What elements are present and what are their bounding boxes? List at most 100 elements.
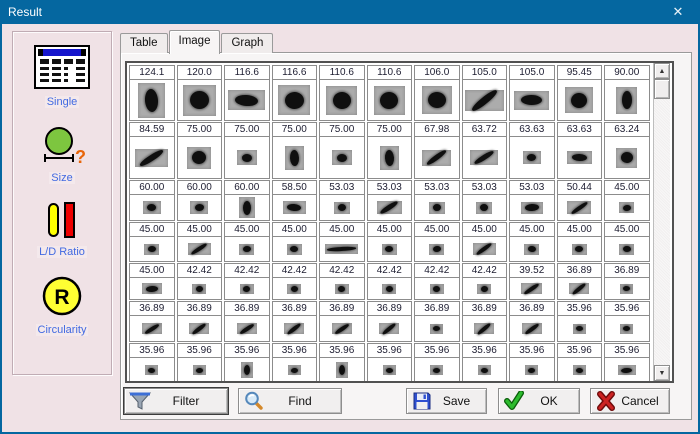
image-cell[interactable]: 42.42 — [414, 263, 460, 300]
tab-table[interactable]: Table — [120, 33, 168, 53]
scrollbar-thumb[interactable] — [654, 79, 670, 99]
image-cell[interactable]: 45.00 — [177, 222, 223, 262]
close-icon[interactable]: ✕ — [664, 2, 692, 22]
image-cell[interactable]: 36.89 — [462, 301, 508, 342]
image-cell[interactable]: 35.96 — [604, 301, 650, 342]
image-cell[interactable]: 35.96 — [557, 343, 603, 381]
image-cell[interactable]: 36.89 — [272, 301, 318, 342]
image-cell[interactable]: 42.42 — [462, 263, 508, 300]
image-cell[interactable]: 90.00 — [604, 65, 650, 121]
image-cell[interactable]: 105.0 — [509, 65, 555, 121]
image-cell[interactable]: 63.63 — [509, 122, 555, 179]
image-cell[interactable]: 35.96 — [462, 343, 508, 381]
image-cell[interactable]: 35.96 — [509, 343, 555, 381]
sidebar-item-circularity[interactable]: R Circularity — [36, 275, 89, 336]
image-cell[interactable]: 75.00 — [272, 122, 318, 179]
image-cell[interactable]: 75.00 — [224, 122, 270, 179]
image-cell[interactable]: 45.00 — [367, 222, 413, 262]
image-cell[interactable]: 45.00 — [462, 222, 508, 262]
sidebar-item-ld-ratio[interactable]: L/D Ratio — [37, 201, 87, 258]
ok-button[interactable]: OK — [498, 388, 580, 414]
image-cell[interactable]: 35.96 — [129, 343, 175, 381]
image-cell[interactable]: 84.59 — [129, 122, 175, 179]
cancel-button[interactable]: Cancel — [590, 388, 670, 414]
image-cell[interactable]: 36.89 — [177, 301, 223, 342]
image-cell[interactable]: 36.89 — [414, 301, 460, 342]
image-cell[interactable]: 50.44 — [557, 180, 603, 221]
image-cell[interactable]: 63.24 — [604, 122, 650, 179]
image-cell[interactable]: 110.6 — [367, 65, 413, 121]
vertical-scrollbar[interactable]: ▲ ▼ — [653, 63, 670, 381]
image-cell[interactable]: 42.42 — [367, 263, 413, 300]
image-cell[interactable]: 60.00 — [177, 180, 223, 221]
image-cell[interactable]: 45.00 — [319, 222, 365, 262]
image-cell[interactable]: 36.89 — [367, 301, 413, 342]
image-cell[interactable]: 42.42 — [272, 263, 318, 300]
image-cell[interactable]: 75.00 — [319, 122, 365, 179]
particle-image — [429, 244, 444, 255]
image-cell[interactable]: 35.96 — [557, 301, 603, 342]
image-cell[interactable]: 45.00 — [509, 222, 555, 262]
image-cell[interactable]: 106.0 — [414, 65, 460, 121]
image-cell[interactable]: 95.45 — [557, 65, 603, 121]
image-cell[interactable]: 63.72 — [462, 122, 508, 179]
image-cell[interactable]: 53.03 — [509, 180, 555, 221]
image-cell[interactable]: 53.03 — [319, 180, 365, 221]
particle-image — [380, 146, 399, 170]
image-cell[interactable]: 45.00 — [129, 222, 175, 262]
image-cell[interactable]: 120.0 — [177, 65, 223, 121]
image-cell[interactable]: 45.00 — [129, 263, 175, 300]
image-cell[interactable]: 45.00 — [604, 180, 650, 221]
image-cell[interactable]: 35.96 — [414, 343, 460, 381]
tab-graph[interactable]: Graph — [221, 33, 273, 53]
image-cell[interactable]: 36.89 — [604, 263, 650, 300]
image-cell[interactable]: 75.00 — [367, 122, 413, 179]
scroll-up-icon[interactable]: ▲ — [654, 63, 670, 79]
image-cell[interactable]: 53.03 — [367, 180, 413, 221]
image-cell[interactable]: 58.50 — [272, 180, 318, 221]
image-cell[interactable]: 60.00 — [224, 180, 270, 221]
image-cell[interactable]: 67.98 — [414, 122, 460, 179]
image-cell[interactable]: 60.00 — [129, 180, 175, 221]
image-cell[interactable]: 36.89 — [224, 301, 270, 342]
image-cell[interactable]: 35.96 — [224, 343, 270, 381]
image-cell[interactable]: 42.42 — [177, 263, 223, 300]
image-cell[interactable]: 45.00 — [604, 222, 650, 262]
image-cell[interactable]: 42.42 — [224, 263, 270, 300]
image-cell[interactable]: 45.00 — [272, 222, 318, 262]
image-cell[interactable]: 39.52 — [509, 263, 555, 300]
particle-image — [620, 284, 633, 294]
image-cell[interactable]: 35.96 — [367, 343, 413, 381]
image-cell[interactable]: 124.1 — [129, 65, 175, 121]
image-cell[interactable]: 36.89 — [319, 301, 365, 342]
image-cell[interactable]: 36.89 — [509, 301, 555, 342]
image-cell[interactable]: 35.96 — [604, 343, 650, 381]
tab-image[interactable]: Image — [169, 30, 221, 54]
find-button[interactable]: Find — [238, 388, 342, 414]
svg-text:R: R — [54, 286, 69, 309]
image-cell[interactable]: 116.6 — [272, 65, 318, 121]
scrollbar-track[interactable] — [654, 99, 670, 365]
image-cell[interactable]: 35.96 — [319, 343, 365, 381]
image-cell[interactable]: 45.00 — [224, 222, 270, 262]
filter-button[interactable]: Filter — [124, 388, 228, 414]
image-cell[interactable]: 45.00 — [557, 222, 603, 262]
image-cell[interactable]: 63.63 — [557, 122, 603, 179]
cell-value: 35.96 — [558, 344, 602, 358]
image-cell[interactable]: 42.42 — [319, 263, 365, 300]
image-cell[interactable]: 35.96 — [272, 343, 318, 381]
image-cell[interactable]: 35.96 — [177, 343, 223, 381]
scroll-down-icon[interactable]: ▼ — [654, 365, 670, 381]
image-cell[interactable]: 53.03 — [414, 180, 460, 221]
sidebar-item-single[interactable]: Single — [34, 45, 90, 108]
image-cell[interactable]: 105.0 — [462, 65, 508, 121]
sidebar-item-size[interactable]: ? Size — [39, 125, 85, 184]
image-cell[interactable]: 36.89 — [557, 263, 603, 300]
image-cell[interactable]: 45.00 — [414, 222, 460, 262]
save-button[interactable]: Save — [406, 388, 487, 414]
image-cell[interactable]: 53.03 — [462, 180, 508, 221]
image-cell[interactable]: 36.89 — [129, 301, 175, 342]
image-cell[interactable]: 110.6 — [319, 65, 365, 121]
image-cell[interactable]: 75.00 — [177, 122, 223, 179]
image-cell[interactable]: 116.6 — [224, 65, 270, 121]
